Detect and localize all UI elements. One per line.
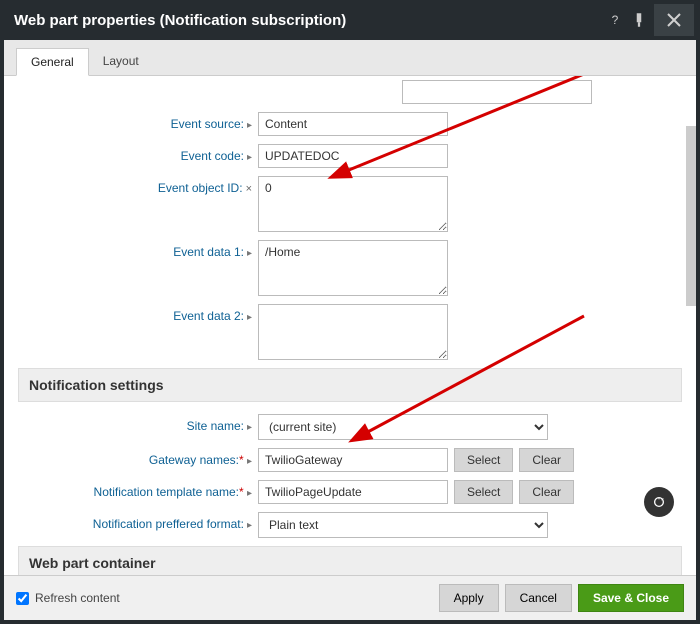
clear-button-template[interactable]: Clear (519, 480, 574, 504)
input-gateway-names[interactable] (258, 448, 448, 472)
section-container: Web part container (18, 546, 682, 575)
select-button-gateway[interactable]: Select (454, 448, 513, 472)
cancel-button[interactable]: Cancel (505, 584, 572, 612)
refresh-content-checkbox[interactable]: Refresh content (16, 591, 120, 605)
label-event-data2: Event data 2: (18, 304, 258, 323)
window-title: Web part properties (Notification subscr… (14, 12, 606, 29)
refresh-checkbox[interactable] (16, 592, 29, 605)
label-event-data1: Event data 1: (18, 240, 258, 259)
label-notification-template: Notification template name:* ▸ (18, 480, 258, 499)
clear-x-icon[interactable]: × (246, 183, 252, 195)
help-icon[interactable]: ? (606, 11, 624, 29)
fab-button[interactable] (644, 487, 674, 517)
apply-button[interactable]: Apply (439, 584, 499, 612)
label-event-code: Event code: (18, 144, 258, 163)
input-event-data1[interactable]: /Home (258, 240, 448, 296)
label-event-object-id: Event object ID:× (18, 176, 258, 195)
label-gateway-names: Gateway names:* ▸ (18, 448, 258, 467)
select-preferred-format[interactable]: Plain text (258, 512, 548, 538)
close-button[interactable] (654, 4, 694, 36)
clear-button-gateway[interactable]: Clear (519, 448, 574, 472)
tab-general[interactable]: General (16, 48, 89, 76)
titlebar: Web part properties (Notification subscr… (4, 4, 696, 40)
label-event-source: Event source: (18, 112, 258, 131)
input-event-object-id[interactable]: 0 (258, 176, 448, 232)
refresh-label: Refresh content (35, 591, 120, 605)
pin-icon[interactable] (630, 11, 648, 29)
select-button-template[interactable]: Select (454, 480, 513, 504)
input-event-source[interactable] (258, 112, 448, 136)
save-close-button[interactable]: Save & Close (578, 584, 684, 612)
label-preferred-format: Notification preffered format: (18, 512, 258, 531)
input-event-data2[interactable] (258, 304, 448, 360)
top-field[interactable] (402, 80, 592, 104)
label-site-name: Site name: (18, 414, 258, 433)
tab-bar: General Layout (4, 40, 696, 76)
section-notification: Notification settings (18, 368, 682, 402)
scrollbar[interactable] (686, 126, 696, 306)
select-site-name[interactable]: (current site) (258, 414, 548, 440)
input-notification-template[interactable] (258, 480, 448, 504)
footer: Refresh content Apply Cancel Save & Clos… (4, 575, 696, 620)
tab-layout[interactable]: Layout (89, 48, 153, 75)
input-event-code[interactable] (258, 144, 448, 168)
